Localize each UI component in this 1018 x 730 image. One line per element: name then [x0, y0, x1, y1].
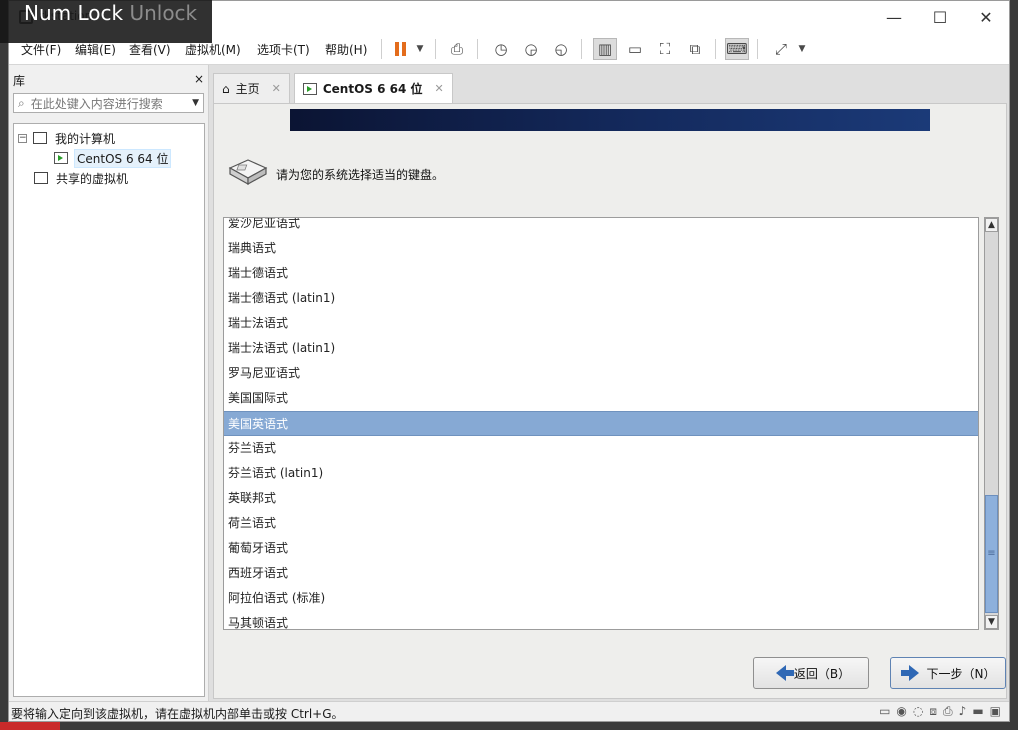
device-icons: ▭ ◉ ◌ ⧈ ⎙ ♪ ▬ ▣	[879, 704, 1001, 719]
search-placeholder: 在此处键入内容进行搜索	[30, 96, 163, 111]
list-item[interactable]: 阿拉伯语式 (标准)	[224, 586, 978, 611]
stretch-dropdown-icon[interactable]: ▼	[795, 38, 809, 60]
pause-icon[interactable]	[389, 38, 411, 60]
list-item[interactable]: 美国英语式	[224, 411, 978, 436]
back-arrow-icon	[775, 665, 794, 681]
full-screen-icon[interactable]: ⛶	[653, 38, 677, 60]
shared-vm-icon	[34, 172, 48, 184]
send-ctrl-alt-del-icon[interactable]: ⎙	[445, 38, 469, 60]
scroll-thumb[interactable]: ≡	[985, 495, 998, 613]
list-item[interactable]: 爱沙尼亚语式	[224, 218, 978, 236]
maximize-button[interactable]: ☐	[917, 1, 963, 33]
list-item[interactable]: 瑞典语式	[224, 236, 978, 261]
tab-strip: ⌂ 主页 ✕ CentOS 6 64 位 ✕	[213, 73, 453, 103]
vmware-window: rkstation — ☐ ✕ 文件(F) 编辑(E) 查看(V) 虚拟机(M)…	[8, 0, 1010, 722]
library-panel: 库 × ⌕ 在此处键入内容进行搜索 ▼ − 我的计算机 CentOS 6 64 …	[9, 65, 209, 701]
search-dropdown-icon[interactable]: ▼	[192, 98, 199, 108]
tab-close-icon[interactable]: ✕	[272, 82, 281, 95]
numlock-state: Unlock	[129, 1, 198, 25]
back-button[interactable]: 返回（B）	[753, 657, 869, 689]
keyboard-prompt: 请为您的系统选择适当的键盘。	[276, 168, 445, 182]
menu-tabs[interactable]: 选项卡(T)	[257, 41, 310, 58]
printer-icon[interactable]: ⎙	[943, 704, 953, 719]
cd-dvd-icon[interactable]: ◉	[896, 704, 906, 719]
library-tree: − 我的计算机 CentOS 6 64 位 共享的虚拟机	[13, 123, 205, 697]
tree-item-centos[interactable]: CentOS 6 64 位	[14, 148, 204, 168]
computer-icon	[33, 132, 47, 144]
snapshot-icon[interactable]: ◷	[489, 38, 513, 60]
keyboard-icon	[228, 159, 268, 186]
network-icon[interactable]: ⧈	[929, 704, 937, 719]
list-item[interactable]: 西班牙语式	[224, 561, 978, 586]
status-bar: 要将输入定向到该虚拟机，请在虚拟机内部单击或按 Ctrl+G。 ▭ ◉ ◌ ⧈ …	[9, 701, 1009, 721]
vm-running-icon	[302, 82, 317, 95]
list-item[interactable]: 罗马尼亚语式	[224, 361, 978, 386]
numlock-label: Num Lock	[24, 1, 124, 25]
library-search-input[interactable]: ⌕ 在此处键入内容进行搜索 ▼	[13, 93, 204, 113]
display-icon[interactable]: ▬	[972, 704, 983, 719]
guest-screen[interactable]: 请为您的系统选择适当的键盘。 爱沙尼亚语式 瑞典语式 瑞士德语式 瑞士德语式 (lat…	[213, 103, 1007, 699]
tree-item-shared-vms[interactable]: 共享的虚拟机	[14, 168, 204, 188]
menu-help[interactable]: 帮助(H)	[325, 41, 367, 58]
stretch-guest-icon[interactable]: ⤢	[769, 38, 793, 60]
list-item[interactable]: 瑞士法语式	[224, 311, 978, 336]
snapshot-manager-icon[interactable]: ◵	[549, 38, 573, 60]
tab-close-icon[interactable]: ✕	[435, 82, 444, 95]
desktop-background	[0, 722, 60, 730]
close-window-button[interactable]: ✕	[963, 1, 1009, 33]
message-icon[interactable]: ▣	[990, 704, 1001, 719]
search-icon: ⌕	[18, 95, 25, 110]
installer-banner	[290, 109, 930, 131]
list-scrollbar[interactable]: ▲ ≡ ▼	[984, 217, 999, 630]
tab-centos[interactable]: CentOS 6 64 位 ✕	[293, 73, 453, 103]
keyboard-list[interactable]: 爱沙尼亚语式 瑞典语式 瑞士德语式 瑞士德语式 (latin1) 瑞士法语式 瑞士法语式 …	[223, 217, 979, 630]
list-item[interactable]: 英联邦式	[224, 486, 978, 511]
tree-item-my-computer[interactable]: − 我的计算机	[14, 128, 204, 148]
console-view-icon[interactable]: ⌨	[725, 38, 749, 60]
list-item[interactable]: 马其顿语式	[224, 611, 978, 629]
minimize-button[interactable]: —	[871, 1, 917, 33]
list-item[interactable]: 瑞士法语式 (latin1)	[224, 336, 978, 361]
list-item[interactable]: 芬兰语式	[224, 436, 978, 461]
next-button[interactable]: 下一步（N）	[890, 657, 1006, 689]
next-arrow-icon	[900, 665, 919, 681]
sound-icon[interactable]: ♪	[959, 704, 967, 719]
revert-snapshot-icon[interactable]: ◶	[519, 38, 543, 60]
scroll-up-icon[interactable]: ▲	[985, 218, 998, 232]
numlock-osd: Num Lock Unlock	[0, 0, 212, 43]
show-library-icon[interactable]: ▥	[593, 38, 617, 60]
menu-vm[interactable]: 虚拟机(M)	[185, 41, 241, 58]
library-title: 库	[13, 74, 26, 88]
home-icon: ⌂	[222, 81, 230, 96]
list-item[interactable]: 瑞士德语式	[224, 261, 978, 286]
scroll-down-icon[interactable]: ▼	[985, 615, 998, 629]
vm-running-icon	[54, 152, 68, 164]
floppy-icon[interactable]: ◌	[913, 704, 923, 719]
collapse-icon[interactable]: −	[18, 133, 27, 143]
power-dropdown-icon[interactable]: ▼	[413, 38, 427, 60]
tab-home[interactable]: ⌂ 主页 ✕	[213, 73, 290, 103]
hard-disk-icon[interactable]: ▭	[879, 704, 890, 719]
unity-icon[interactable]: ⧉	[683, 38, 707, 60]
list-item[interactable]: 葡萄牙语式	[224, 536, 978, 561]
library-close-icon[interactable]: ×	[194, 72, 204, 86]
main-area: ⌂ 主页 ✕ CentOS 6 64 位 ✕ 请为您的系统选择适当的键盘。 爱沙…	[209, 65, 1009, 701]
list-item[interactable]: 芬兰语式 (latin1)	[224, 461, 978, 486]
list-item[interactable]: 荷兰语式	[224, 511, 978, 536]
list-item[interactable]: 瑞士德语式 (latin1)	[224, 286, 978, 311]
menu-file[interactable]: 文件(F)	[21, 41, 61, 58]
thumbnail-bar-icon[interactable]: ▭	[623, 38, 647, 60]
list-item[interactable]: 美国国际式	[224, 386, 978, 411]
menu-edit[interactable]: 编辑(E)	[75, 41, 116, 58]
status-text: 要将输入定向到该虚拟机，请在虚拟机内部单击或按 Ctrl+G。	[11, 707, 344, 721]
menu-view[interactable]: 查看(V)	[129, 41, 171, 58]
